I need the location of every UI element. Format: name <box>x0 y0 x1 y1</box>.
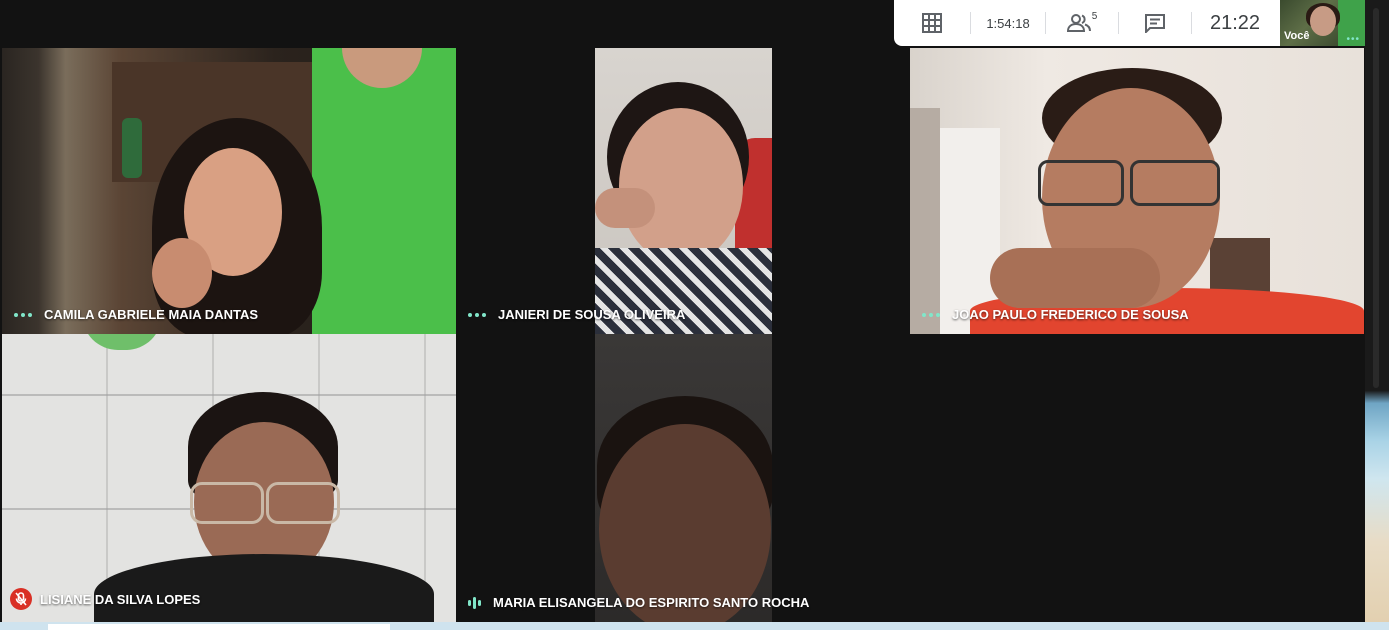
grid-icon <box>922 13 942 33</box>
participants-button[interactable]: 5 <box>1046 0 1118 46</box>
more-options-icon[interactable] <box>14 312 32 317</box>
self-view-tile[interactable]: Você ••• <box>1280 0 1365 46</box>
participants-count: 5 <box>1091 10 1098 22</box>
more-options-icon[interactable]: ••• <box>1346 34 1360 45</box>
more-options-icon[interactable] <box>922 312 940 317</box>
participant-tile-lisiane[interactable]: LISIANE DA SILVA LOPES <box>2 334 456 622</box>
participant-name: CAMILA GABRIELE MAIA DANTAS <box>44 307 259 322</box>
layout-grid-button[interactable] <box>894 0 970 46</box>
desktop-background-strip <box>1365 0 1389 630</box>
video-feed <box>2 48 456 334</box>
video-feed <box>595 48 772 334</box>
participant-label: LISIANE DA SILVA LOPES <box>10 588 200 610</box>
people-icon <box>1066 13 1091 33</box>
video-feed <box>2 334 456 622</box>
video-feed <box>595 334 772 622</box>
participant-label: CAMILA GABRIELE MAIA DANTAS <box>14 307 258 322</box>
participant-name: MARIA ELISANGELA DO ESPIRITO SANTO ROCHA <box>493 595 810 610</box>
self-view-label: Você <box>1284 30 1310 42</box>
participant-label: JANIERI DE SOUSA OLIVEIRA <box>468 307 685 322</box>
chat-button[interactable] <box>1119 0 1191 46</box>
participant-label: MARIA ELISANGELA DO ESPIRITO SANTO ROCHA <box>468 595 809 610</box>
more-options-icon[interactable] <box>468 312 486 317</box>
taskbar-strip <box>0 622 1389 630</box>
taskbar-window[interactable] <box>48 624 390 630</box>
chat-icon <box>1144 13 1166 33</box>
speaking-icon <box>468 596 481 609</box>
scrollbar[interactable] <box>1373 8 1379 388</box>
meeting-toolbar: 1:54:18 5 21:22 <box>894 0 1280 46</box>
participant-tile-janieri[interactable]: JANIERI DE SOUSA OLIVEIRA <box>456 48 910 334</box>
participant-name: LISIANE DA SILVA LOPES <box>40 591 201 607</box>
mic-off-icon <box>10 588 32 610</box>
video-feed <box>910 48 1364 334</box>
clock-time: 21:22 <box>1209 11 1261 34</box>
participant-tile-camila[interactable]: CAMILA GABRIELE MAIA DANTAS <box>2 48 456 334</box>
participant-tile-joao[interactable]: JOAO PAULO FREDERICO DE SOUSA <box>910 48 1364 334</box>
self-video-face <box>1310 6 1336 36</box>
participant-name: JOAO PAULO FREDERICO DE SOUSA <box>952 307 1189 322</box>
elapsed-time: 1:54:18 <box>986 15 1030 31</box>
participant-name: JANIERI DE SOUSA OLIVEIRA <box>498 307 686 322</box>
meeting-timer: 1:54:18 <box>971 0 1045 46</box>
clock: 21:22 <box>1192 0 1278 46</box>
participant-tile-maria[interactable]: MARIA ELISANGELA DO ESPIRITO SANTO ROCHA <box>456 334 910 622</box>
participant-label: JOAO PAULO FREDERICO DE SOUSA <box>922 307 1189 322</box>
